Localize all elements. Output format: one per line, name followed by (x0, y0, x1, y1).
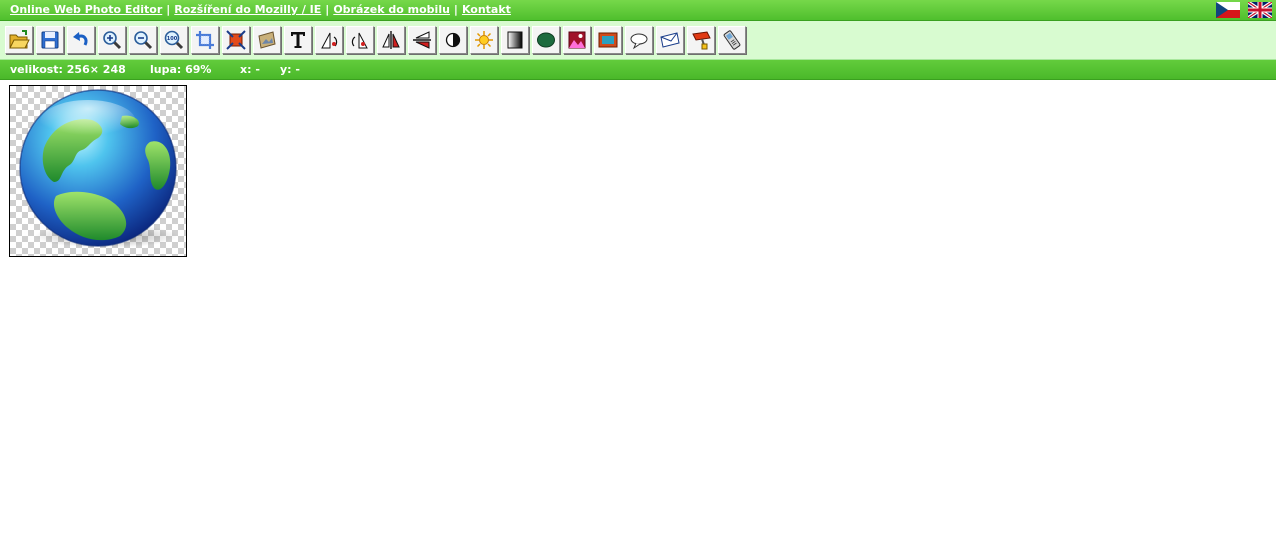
crop-icon (196, 31, 214, 49)
flip-vertical-button[interactable] (377, 26, 405, 54)
cz-flag-icon[interactable] (1216, 2, 1240, 18)
envelope-icon (660, 32, 680, 48)
nav-separator: | (166, 3, 171, 16)
nav-links: Online Web Photo Editor | Rozšíření do Moz… (10, 3, 511, 16)
language-flags (1216, 2, 1272, 18)
zoom-100-icon: 100 (164, 30, 184, 50)
contrast-icon (445, 32, 461, 48)
rotate-right-button[interactable] (346, 26, 374, 54)
contrast-button[interactable] (439, 26, 467, 54)
brightness-icon (475, 31, 493, 49)
svg-text:100: 100 (167, 36, 178, 42)
speech-bubble-icon (630, 33, 648, 50)
undo-button[interactable] (67, 26, 95, 54)
rotate-left-icon (321, 32, 338, 49)
grayscale-button[interactable] (501, 26, 529, 54)
paint-roller-icon (692, 31, 711, 50)
photo-effect-icon (568, 31, 586, 49)
link-image-to-mobile[interactable]: Obrázek do mobilu (333, 3, 450, 16)
nav-separator: | (325, 3, 330, 16)
speech-bubble-button[interactable] (625, 26, 653, 54)
rotate-left-button[interactable] (315, 26, 343, 54)
save-icon (41, 31, 59, 49)
grayscale-icon (507, 31, 523, 49)
open-folder-icon (9, 30, 30, 49)
earth-globe-icon (19, 89, 178, 248)
resize-button[interactable] (222, 26, 250, 54)
undo-icon (73, 32, 88, 46)
zoom-in-button[interactable] (98, 26, 126, 54)
resize-icon (226, 30, 246, 50)
ellipse-button[interactable] (532, 26, 560, 54)
image-icon (258, 31, 276, 49)
image-size-readout: velikost: 256× 248 (10, 63, 126, 76)
save-button[interactable] (36, 26, 64, 54)
image-canvas[interactable] (9, 85, 187, 257)
tool-buttons: 100 (5, 26, 746, 54)
mobile-phone-icon (723, 30, 741, 50)
status-bar: velikost: 256× 248 lupa: 69% x: - y: - (0, 60, 1276, 80)
link-online-web-photo-editor[interactable]: Online Web Photo Editor (10, 3, 162, 16)
brightness-button[interactable] (470, 26, 498, 54)
link-contact[interactable]: Kontakt (462, 3, 511, 16)
crop-button[interactable] (191, 26, 219, 54)
frame-icon (598, 32, 618, 48)
nav-separator: | (453, 3, 458, 16)
paint-roller-button[interactable] (687, 26, 715, 54)
ellipse-icon (537, 32, 555, 48)
toolbar: 100 (0, 21, 1276, 60)
y-coordinate-readout: y: - (280, 63, 300, 76)
flip-horizontal-icon (413, 31, 431, 49)
zoom-level-readout: lupa: 69% (150, 63, 212, 76)
zoom-in-icon (103, 31, 122, 50)
photo-effect-button[interactable] (563, 26, 591, 54)
text-button[interactable] (284, 26, 312, 54)
x-coordinate-readout: x: - (240, 63, 260, 76)
text-icon (291, 32, 305, 48)
flip-horizontal-button[interactable] (408, 26, 436, 54)
zoom-100-button[interactable]: 100 (160, 26, 188, 54)
link-mozilla-ie-extension[interactable]: Rozšíření do Mozilly / IE (174, 3, 321, 16)
frame-button[interactable] (594, 26, 622, 54)
zoom-out-button[interactable] (129, 26, 157, 54)
envelope-button[interactable] (656, 26, 684, 54)
image-button[interactable] (253, 26, 281, 54)
flip-vertical-icon (382, 31, 400, 49)
open-button[interactable] (5, 26, 33, 54)
mobile-phone-button[interactable] (718, 26, 746, 54)
uk-flag-icon[interactable] (1248, 2, 1272, 18)
rotate-right-icon (351, 32, 368, 49)
top-nav-bar: Online Web Photo Editor | Rozšíření do Moz… (0, 0, 1276, 21)
zoom-out-icon (134, 31, 153, 50)
